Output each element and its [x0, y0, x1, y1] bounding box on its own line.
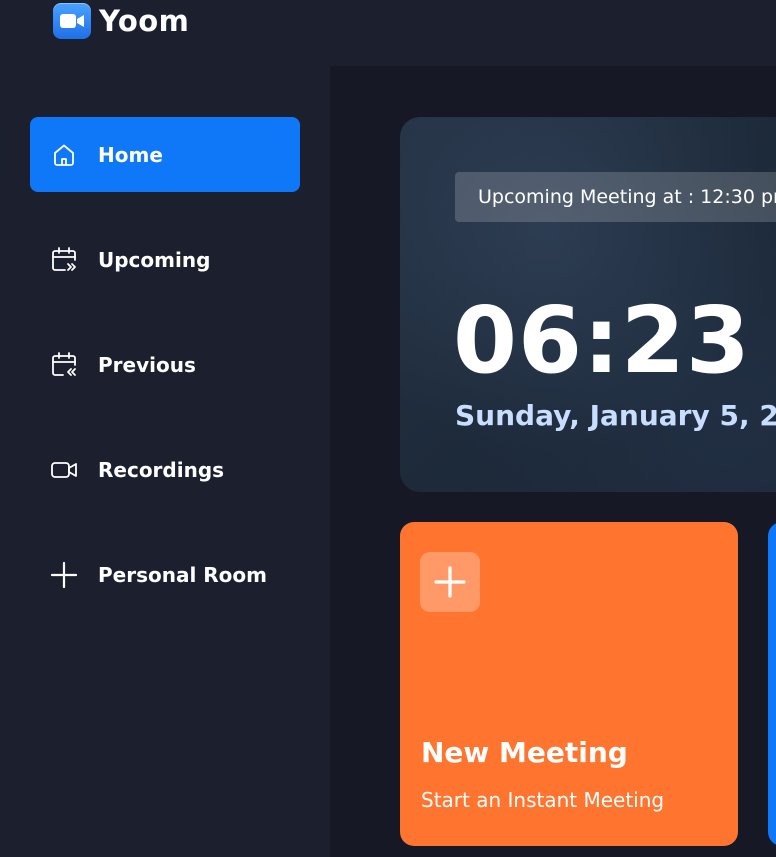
hero-banner: Upcoming Meeting at : 12:30 pm 06:23 PM … — [400, 117, 776, 492]
sidebar-item-home[interactable]: Home — [30, 117, 300, 192]
current-time: 06:23 PM — [453, 287, 776, 394]
sidebar: Home Upcoming Previous Recordings Person… — [0, 66, 330, 857]
sidebar-item-label: Upcoming — [98, 247, 211, 272]
card-title: New Meeting — [421, 736, 628, 769]
sidebar-item-previous[interactable]: Previous — [30, 327, 300, 402]
app-name: Yoom — [99, 4, 190, 38]
plus-icon — [420, 552, 480, 612]
upcoming-meeting-badge: Upcoming Meeting at : 12:30 pm — [455, 172, 776, 222]
sidebar-item-label: Personal Room — [98, 562, 268, 587]
calendar-upcoming-icon — [48, 244, 80, 276]
home-icon — [48, 139, 80, 171]
main-content: Upcoming Meeting at : 12:30 pm 06:23 PM … — [330, 66, 776, 857]
sidebar-item-label: Previous — [98, 352, 196, 377]
sidebar-item-upcoming[interactable]: Upcoming — [30, 222, 300, 297]
app-logo[interactable]: Yoom — [53, 3, 189, 39]
sidebar-item-label: Recordings — [98, 457, 225, 482]
next-action-card[interactable] — [768, 522, 776, 846]
card-subtitle: Start an Instant Meeting — [421, 788, 665, 812]
calendar-previous-icon — [48, 349, 80, 381]
plus-icon — [48, 559, 80, 591]
video-camera-logo-icon — [53, 3, 91, 39]
sidebar-item-label: Home — [98, 142, 163, 167]
sidebar-item-recordings[interactable]: Recordings — [30, 432, 300, 507]
video-camera-icon — [48, 454, 80, 486]
current-date: Sunday, January 5, 2025 — [455, 399, 776, 432]
new-meeting-card[interactable]: New Meeting Start an Instant Meeting — [400, 522, 738, 846]
top-bar: Yoom — [0, 0, 776, 66]
app-window: Yoom Home Upcoming Previous Recordings P… — [0, 0, 776, 857]
sidebar-item-personal-room[interactable]: Personal Room — [30, 537, 300, 612]
